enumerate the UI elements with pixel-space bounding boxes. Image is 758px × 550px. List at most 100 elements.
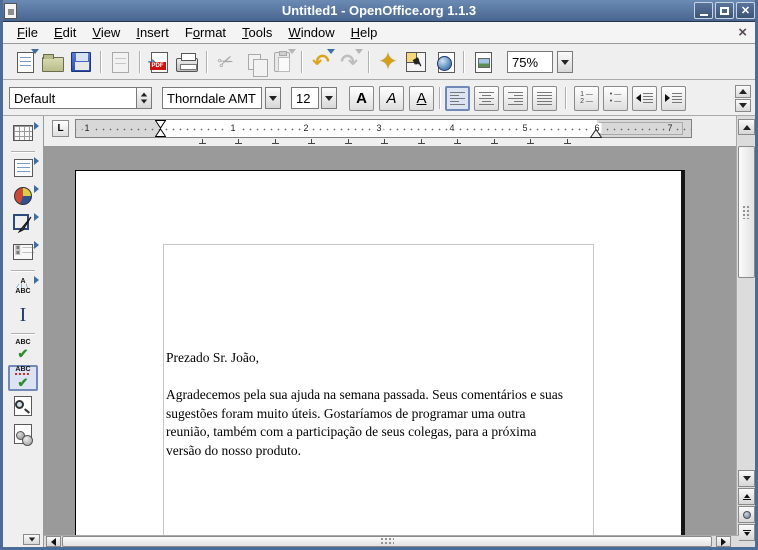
indent-marker-icon[interactable] — [155, 120, 166, 137]
style-spinner[interactable] — [137, 87, 152, 109]
print-icon — [176, 53, 198, 72]
form-controls-icon: ▣ —— ▣ —— — [13, 244, 34, 260]
chevron-up-icon — [739, 89, 747, 94]
paragraph-style-input[interactable]: Default — [9, 87, 137, 109]
text-area[interactable]: Prezado Sr. João, Agradecemos pela sua a… — [163, 244, 594, 535]
autotext-button[interactable]: A ∕ ∣ ∖ ABC — [8, 274, 39, 300]
save-button[interactable] — [67, 48, 95, 76]
vertical-scrollbar-thumb[interactable] — [738, 146, 755, 278]
navigator-button[interactable]: ✦ — [374, 48, 402, 76]
copy-button[interactable] — [240, 48, 268, 77]
menu-file[interactable]: File — [9, 23, 46, 42]
draw-functions-icon — [13, 214, 32, 234]
justify-button[interactable] — [532, 85, 557, 111]
close-document-button[interactable]: × — [738, 24, 747, 41]
edit-file-button[interactable] — [106, 48, 134, 76]
font-size-input[interactable]: 12 — [291, 87, 319, 109]
title-bar[interactable]: Untitled1 - OpenOffice.org 1.1.3 ✕ — [3, 0, 755, 22]
cut-button[interactable]: ✂ — [212, 48, 240, 76]
vertical-scrollbar[interactable] — [736, 116, 755, 547]
picture-icon — [477, 57, 490, 68]
menu-window[interactable]: Window — [280, 23, 342, 42]
decrease-indent-button[interactable] — [632, 85, 657, 111]
data-sources-button[interactable] — [8, 421, 38, 447]
export-pdf-button[interactable]: ➜ PDF — [145, 48, 173, 76]
gallery-button[interactable] — [469, 48, 497, 76]
close-button[interactable]: ✕ — [736, 2, 755, 19]
insert-object-icon — [14, 187, 32, 205]
increase-indent-button[interactable] — [661, 85, 686, 111]
undo-button[interactable]: ↶ — [307, 48, 335, 76]
menu-help[interactable]: Help — [343, 23, 386, 42]
insert-object-button[interactable] — [8, 183, 39, 209]
zoom-dropdown-button[interactable] — [557, 51, 573, 73]
italic-button[interactable]: A — [379, 85, 404, 111]
numbering-button[interactable]: 1 — 2 — — [574, 85, 599, 111]
align-center-button[interactable] — [474, 85, 499, 111]
document-page[interactable]: Prezado Sr. João, Agradecemos pela sua a… — [75, 170, 685, 535]
redo-button[interactable]: ↷ — [335, 48, 363, 76]
scroll-up-button[interactable] — [738, 119, 755, 135]
stylist-icon — [406, 52, 426, 72]
print-button[interactable] — [173, 48, 201, 76]
horizontal-scrollbar[interactable] — [44, 535, 739, 547]
scroll-right-button[interactable] — [716, 536, 731, 547]
font-name-input[interactable]: Thorndale AMT — [162, 87, 262, 109]
form-controls-button[interactable]: ▣ —— ▣ —— — [8, 239, 39, 265]
spellcheck-button[interactable]: ABC ✔ — [8, 337, 38, 363]
direct-cursor-button[interactable]: I — [8, 302, 38, 328]
main-toolbar-vertical: ▣ —— ▣ —— A ∕ ∣ ∖ ABC I ABC ✔ ABC ✔ — [3, 116, 44, 547]
zoom-input[interactable]: 75% — [507, 51, 553, 73]
new-document-button[interactable] — [11, 48, 39, 76]
chevron-down-icon — [325, 95, 333, 101]
find-icon — [14, 396, 32, 416]
bold-button[interactable]: A — [349, 85, 374, 111]
insert-button[interactable] — [8, 155, 39, 181]
toolbar-more-button[interactable] — [23, 534, 40, 545]
chevron-left-icon — [51, 537, 56, 546]
minimize-button[interactable] — [694, 2, 713, 19]
insert-table-button[interactable] — [8, 120, 39, 146]
toolbar-separator — [439, 87, 440, 109]
gallery-icon — [474, 51, 492, 73]
menu-format[interactable]: Format — [177, 23, 234, 42]
menu-edit[interactable]: Edit — [46, 23, 84, 42]
scroll-left-button[interactable] — [46, 536, 61, 547]
scroll-down-button[interactable] — [738, 470, 755, 487]
navigation-button[interactable] — [738, 506, 755, 523]
paste-button[interactable] — [268, 48, 296, 76]
ruler-number: 4 — [447, 123, 457, 133]
tab-type-button[interactable]: L — [52, 120, 69, 137]
autospellcheck-button[interactable]: ABC ✔ — [8, 365, 38, 391]
right-indent-marker-icon[interactable] — [590, 129, 602, 138]
horizontal-scrollbar-thumb[interactable] — [62, 536, 712, 547]
underline-button[interactable]: A — [409, 85, 434, 111]
align-right-button[interactable] — [503, 85, 528, 111]
paste-dropdown-icon — [288, 49, 296, 54]
menu-tools[interactable]: Tools — [234, 23, 280, 42]
maximize-button[interactable] — [715, 2, 734, 19]
previous-page-button[interactable] — [738, 488, 755, 505]
spinner-down-icon — [140, 99, 148, 104]
next-page-button[interactable] — [738, 524, 755, 541]
open-button[interactable] — [39, 48, 67, 76]
find-button[interactable] — [8, 393, 38, 419]
toolbar-scroll-down-button[interactable] — [735, 99, 751, 112]
long-click-arrow-icon — [34, 157, 39, 165]
size-dropdown-button[interactable] — [321, 87, 337, 109]
hyperlink-button[interactable] — [430, 48, 458, 76]
chevron-up-icon — [742, 124, 751, 130]
autotext-icon: A ∕ ∣ ∖ ABC — [15, 278, 31, 295]
horizontal-ruler[interactable]: 1 1 2 3 4 5 6 7 — [75, 119, 692, 138]
menu-insert[interactable]: Insert — [128, 23, 177, 42]
toolbar-scroll — [735, 85, 751, 112]
draw-functions-button[interactable] — [8, 211, 39, 237]
menu-view[interactable]: View — [84, 23, 128, 42]
bullets-button[interactable]: • — • — — [603, 85, 628, 111]
align-left-button[interactable] — [445, 85, 470, 111]
insert-table-icon — [13, 125, 33, 141]
toolbar-scroll-up-button[interactable] — [735, 85, 751, 98]
document-workspace: Prezado Sr. João, Agradecemos pela sua a… — [44, 146, 739, 535]
font-dropdown-button[interactable] — [265, 87, 281, 109]
stylist-button[interactable] — [402, 48, 430, 76]
